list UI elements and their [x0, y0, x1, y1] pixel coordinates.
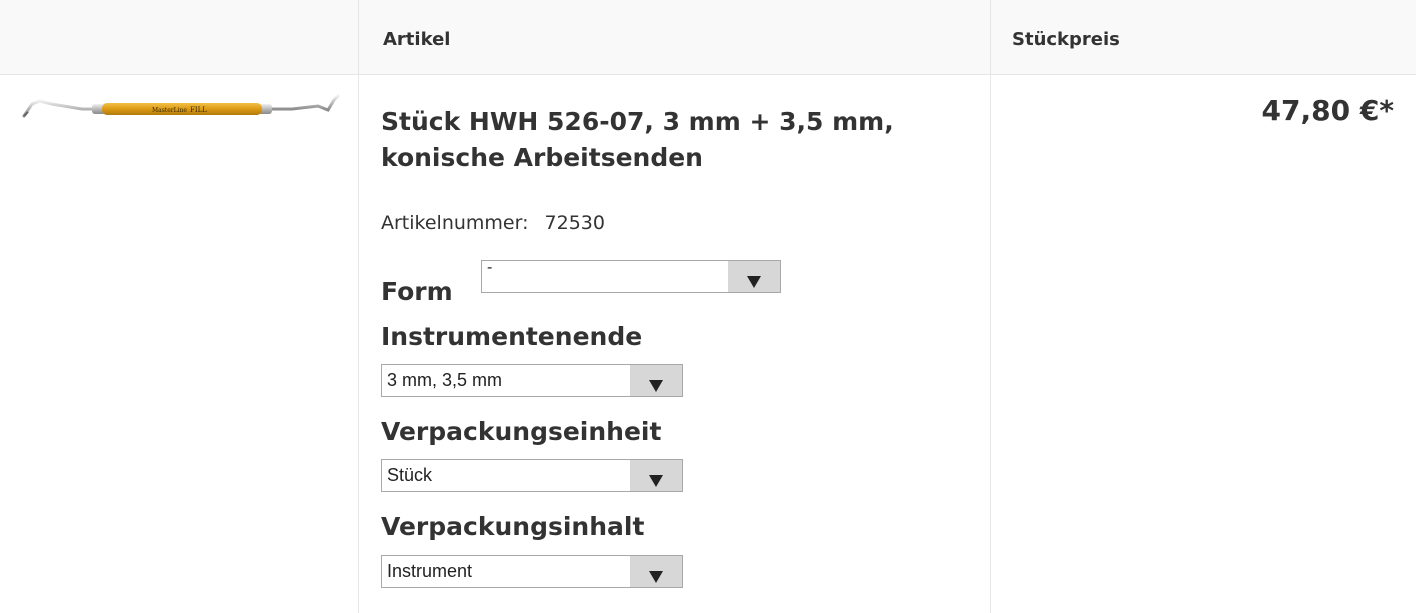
chevron-down-icon	[649, 380, 663, 392]
table-header-row: Artikel Stückpreis	[0, 0, 1416, 75]
chevron-down-icon	[747, 276, 761, 288]
article-number-value: 72530	[544, 212, 605, 234]
column-divider	[990, 0, 991, 613]
product-image[interactable]: MasterLine FILL	[22, 92, 340, 128]
verpackungseinheit-select[interactable]: Stück	[381, 459, 683, 492]
cart-table: Artikel Stückpreis MasterLine FILL Stück…	[0, 0, 1416, 613]
form-select-value: -	[487, 259, 493, 276]
chevron-down-icon	[649, 571, 663, 583]
option-label-verpackungseinheit: Verpackungseinheit	[381, 417, 662, 446]
column-header-artikel: Artikel	[383, 29, 451, 50]
chevron-down-icon	[649, 475, 663, 487]
form-select[interactable]: -	[481, 259, 781, 293]
option-label-verpackungsinhalt: Verpackungsinhalt	[381, 512, 645, 541]
product-title[interactable]: Stück HWH 526-07, 3 mm + 3,5 mm, konisch…	[381, 104, 981, 176]
instrumentenende-select-value: 3 mm, 3,5 mm	[387, 370, 503, 390]
instrumentenende-select[interactable]: 3 mm, 3,5 mm	[381, 364, 683, 397]
article-number-label: Artikelnummer:	[381, 212, 529, 234]
verpackungseinheit-select-value: Stück	[387, 465, 433, 485]
svg-text:MasterLine: MasterLine	[152, 107, 187, 114]
dropdown-button[interactable]	[728, 261, 780, 292]
unit-price: 47,80 €*	[1261, 94, 1394, 127]
dropdown-button[interactable]	[630, 460, 682, 491]
option-label-form: Form	[381, 277, 453, 306]
dropdown-button[interactable]	[630, 365, 682, 396]
article-number: Artikelnummer: 72530	[381, 212, 605, 234]
dropdown-button[interactable]	[630, 556, 682, 587]
verpackungsinhalt-select[interactable]: Instrument	[381, 555, 683, 588]
option-label-instrumentenende: Instrumentenende	[381, 322, 643, 351]
column-divider	[358, 0, 359, 613]
svg-text:FILL: FILL	[190, 106, 207, 114]
column-header-stueckpreis: Stückpreis	[1012, 29, 1120, 50]
verpackungsinhalt-select-value: Instrument	[387, 561, 473, 581]
